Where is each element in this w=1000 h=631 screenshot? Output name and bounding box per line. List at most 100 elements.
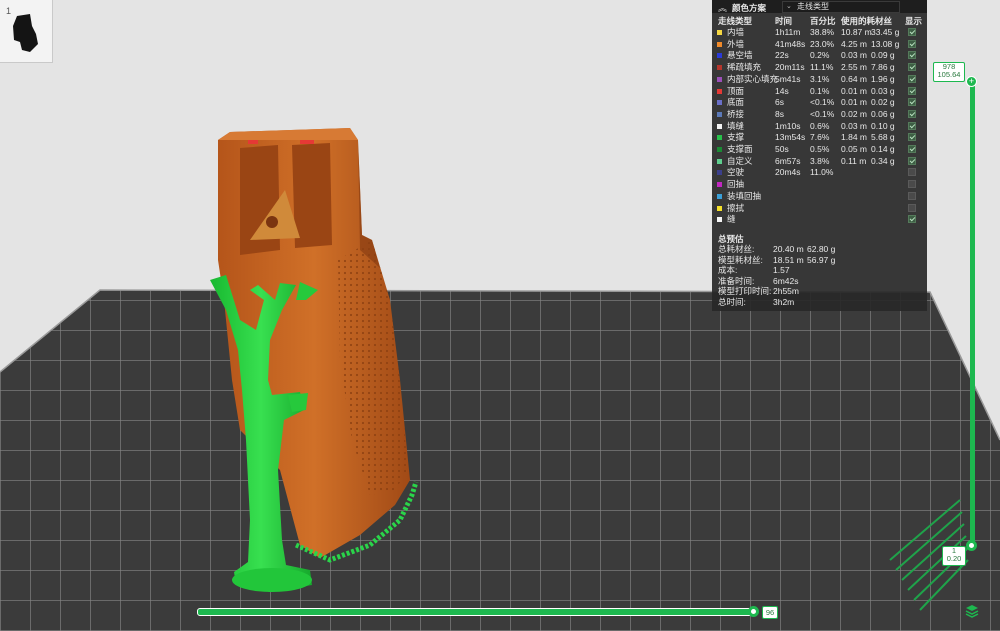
color-swatch [717,135,722,141]
feature-weight: 33.45 g [871,27,900,37]
legend-row: 自定义 6m57s 3.8% 0.11 m 0.34 g [712,156,927,167]
legend-row: 内墙 1h11m 38.8% 10.87 m 33.45 g [712,27,927,38]
layers-icon[interactable] [965,604,979,618]
feature-time: 6m57s [775,155,801,166]
visibility-checkbox[interactable] [908,133,916,142]
move-slider-handle[interactable] [748,606,759,617]
estimate-row: 模型耗材丝: 18.51 m 56.97 g [718,255,918,266]
feature-weight: 7.86 g [871,62,895,73]
feature-weight: 5.68 g [871,132,895,143]
feature-time: 20m4s [775,167,801,178]
layer-slider-bottom-handle[interactable] [966,540,977,551]
layer-slider-track[interactable] [970,80,975,546]
estimate-key: 成本: [718,265,738,275]
chevron-down-icon: ⌄ [786,3,792,10]
feature-percent: 11.1% [810,62,834,73]
bottom-layer-height: 0.20 [946,554,962,563]
color-swatch [717,205,722,211]
color-swatch [717,53,722,59]
estimate-key: 总耗材丝: [718,244,755,254]
feature-length: 0.01 m [841,85,867,96]
feature-weight: 0.02 g [871,97,895,108]
object-thumbnail[interactable]: 1 [0,0,53,63]
feature-weight: 0.09 g [871,50,895,61]
feature-percent: 7.6% [810,132,830,143]
feature-name: 顶面 [727,85,745,96]
legend-header: ︽ 颜色方案 ⌄ 走线类型 [712,0,927,13]
feature-length: 4.25 m [841,38,867,49]
feature-percent: <0.1% [810,97,835,108]
move-slider-value: 96 [762,606,778,619]
layer-slider-top-handle[interactable]: + [966,76,977,87]
visibility-checkbox[interactable] [908,98,916,107]
header-display: 显示 [905,16,923,26]
visibility-checkbox[interactable] [908,74,916,83]
collapse-icon[interactable]: ︽ [718,1,727,14]
feature-weight: 0.14 g [871,144,895,154]
feature-length: 0.05 m [841,144,867,154]
visibility-checkbox[interactable] [908,51,916,60]
feature-name: 内墙 [727,27,745,37]
estimate-row: 成本: 1.57 [718,265,918,276]
color-swatch [717,123,722,129]
feature-length: 0.03 m [841,50,867,61]
legend-row: 外墙 41m48s 23.0% 4.25 m 13.08 g [712,39,927,50]
visibility-checkbox[interactable] [908,109,916,118]
color-swatch [717,170,722,176]
visibility-checkbox[interactable] [908,86,916,95]
visibility-checkbox[interactable] [908,156,916,165]
feature-time: 1m10s [775,120,801,131]
color-swatch [717,147,722,152]
visibility-checkbox[interactable] [908,39,916,48]
header-filament: 使用的耗材丝 [841,16,893,26]
visibility-checkbox[interactable] [908,121,916,130]
visibility-checkbox[interactable] [908,168,916,177]
feature-name: 装填回抽 [727,190,762,201]
visibility-checkbox[interactable] [908,28,916,36]
feature-length: 10.87 m [841,27,872,37]
feature-weight: 0.06 g [871,108,895,119]
color-swatch [717,217,722,223]
visibility-checkbox[interactable] [908,180,916,189]
feature-time: 5m41s [775,73,801,84]
feature-time: 8s [775,108,784,119]
legend-row: 桥接 8s <0.1% 0.02 m 0.06 g [712,109,927,120]
feature-name: 填缝 [727,120,745,131]
legend-row: 填缝 1m10s 0.6% 0.03 m 0.10 g [712,121,927,132]
estimate-key: 模型打印时间: [718,286,772,296]
legend-row: 支撑面 50s 0.5% 0.05 m 0.14 g [712,144,927,155]
legend-row: 擦拭 [712,203,927,214]
estimate-key: 模型耗材丝: [718,254,763,265]
feature-name: 支撑 [727,132,745,143]
move-slider-track[interactable] [197,608,757,616]
feature-time: 22s [775,50,789,61]
legend-row: 缝 [712,214,927,225]
feature-name: 稀疏填充 [727,62,762,73]
visibility-checkbox[interactable] [908,203,916,212]
feature-percent: 3.1% [810,73,830,84]
feature-percent: 38.8% [810,27,835,37]
color-swatch [717,182,722,188]
color-scheme-value: 走线类型 [797,2,829,11]
visibility-checkbox[interactable] [908,145,916,153]
color-scheme-select[interactable]: ⌄ 走线类型 [782,1,900,13]
color-swatch [717,158,722,164]
feature-length: 0.02 m [841,108,867,119]
feature-percent: 0.2% [810,50,830,61]
visibility-checkbox[interactable] [908,63,916,72]
feature-time: 50s [775,144,789,154]
top-layer-label: 978 105.64 [933,62,965,82]
top-layer-height: 105.64 [937,70,961,79]
feature-name: 自定义 [727,155,753,166]
header-type: 走线类型 [718,16,753,26]
feature-time: 41m48s [775,38,806,49]
legend-row: 装填回抽 [712,191,927,202]
feature-weight: 13.08 g [871,38,900,49]
estimate-row: 总时间: 3h2m [718,297,918,308]
legend-row: 支撑 13m54s 7.6% 1.84 m 5.68 g [712,132,927,143]
visibility-checkbox[interactable] [908,191,916,200]
visibility-checkbox[interactable] [908,215,916,224]
feature-name: 空驶 [727,167,745,178]
legend-panel: ︽ 颜色方案 ⌄ 走线类型 走线类型 时间 百分比 使用的耗材丝 显示 内墙 1h… [712,0,927,311]
color-swatch [717,88,722,94]
